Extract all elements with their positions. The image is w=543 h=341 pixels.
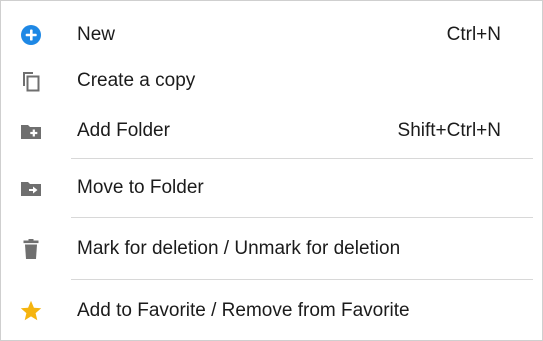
- star-icon: [20, 300, 42, 321]
- menu-separator: [71, 158, 533, 159]
- menu-item-new[interactable]: New Ctrl+N: [1, 15, 542, 55]
- menu-item-move-to-folder[interactable]: Move to Folder: [1, 168, 542, 208]
- menu-item-label: New: [77, 24, 116, 45]
- folder-add-icon: [21, 125, 41, 139]
- trash-icon: [23, 239, 39, 259]
- menu-separator: [71, 279, 533, 280]
- menu-separator: [71, 217, 533, 218]
- folder-move-icon: [21, 182, 41, 196]
- menu-item-label: Mark for deletion / Unmark for deletion: [77, 238, 401, 259]
- plus-circle-icon: [21, 25, 41, 45]
- menu-item-label: Add Folder: [77, 120, 170, 141]
- menu-item-add-folder[interactable]: Add Folder Shift+Ctrl+N: [1, 111, 542, 151]
- menu-item-label: Create a copy: [77, 70, 196, 91]
- context-menu: New Ctrl+N Create a copy Add Folder Shif…: [0, 0, 543, 341]
- menu-item-shortcut: Ctrl+N: [446, 24, 501, 45]
- menu-item-label: Move to Folder: [77, 177, 204, 198]
- menu-item-shortcut: Shift+Ctrl+N: [397, 120, 501, 141]
- menu-item-label: Add to Favorite / Remove from Favorite: [77, 300, 410, 321]
- menu-item-create-copy[interactable]: Create a copy: [1, 61, 542, 101]
- menu-item-favorite[interactable]: Add to Favorite / Remove from Favorite: [1, 291, 542, 331]
- menu-item-mark-deletion[interactable]: Mark for deletion / Unmark for deletion: [1, 229, 542, 269]
- copy-icon: [23, 72, 40, 92]
